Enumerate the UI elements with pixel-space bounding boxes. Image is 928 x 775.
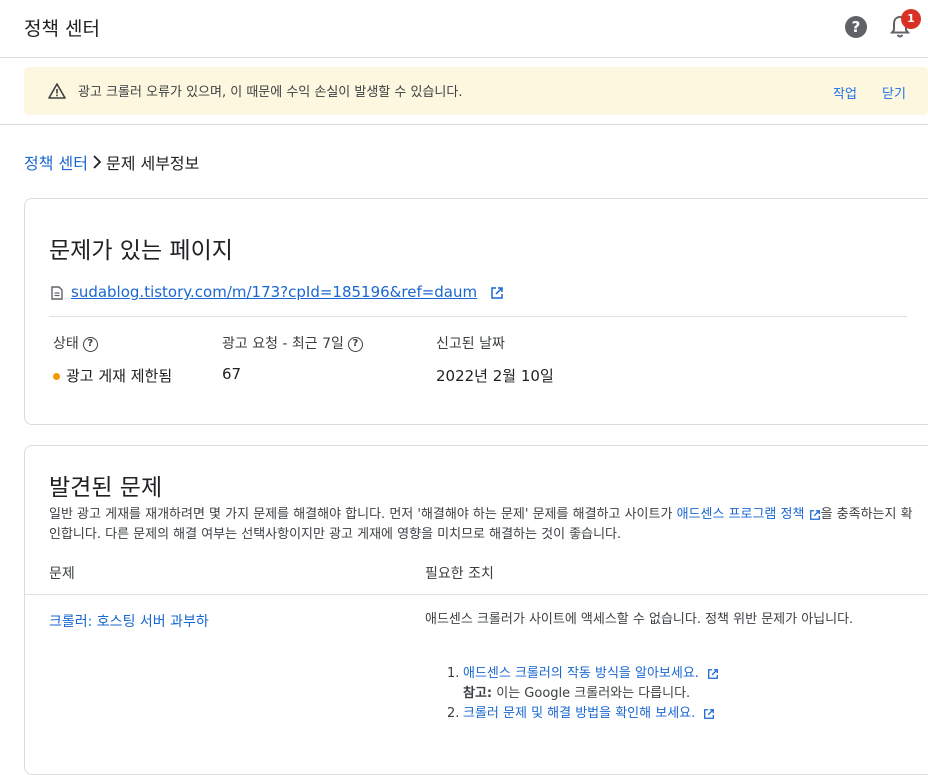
status-label: 상태?	[53, 333, 98, 353]
reported-date-value: 2022년 2월 10일	[436, 367, 554, 385]
external-link-icon[interactable]	[707, 668, 719, 680]
document-icon	[51, 285, 63, 300]
warning-banner: 광고 크롤러 오류가 있으며, 이 때문에 수익 손실이 발생할 수 있습니다.…	[24, 67, 928, 115]
ad-requests-value: 67	[222, 365, 242, 383]
status-value: 광고 게재 제한됨	[53, 365, 172, 386]
problem-page-card: 문제가 있는 페이지 sudablog.tistory.com/m/173?cp…	[24, 198, 928, 425]
step-number: 1.	[447, 666, 460, 681]
note-text: 참고: 이는 Google 크롤러와는 다릅니다.	[447, 684, 719, 704]
banner-dismiss-button[interactable]: 닫기	[882, 83, 906, 102]
issue-link-crawler-overload[interactable]: 크롤러: 호스팅 서버 과부하	[49, 611, 209, 631]
ad-requests-label: 광고 요청 - 최근 7일?	[222, 333, 363, 353]
crawler-issues-link[interactable]: 크롤러 문제 및 해결 방법을 확인해 보세요.	[463, 706, 695, 721]
warning-icon	[48, 83, 66, 99]
ad-requests-label-text: 광고 요청 - 최근 7일	[222, 336, 344, 352]
breadcrumb-policy-center[interactable]: 정책 센터	[24, 154, 88, 173]
help-icon[interactable]: ?	[845, 16, 867, 38]
external-link-icon[interactable]	[809, 509, 821, 521]
status-value-text: 광고 게재 제한됨	[66, 367, 173, 385]
banner-action-button[interactable]: 작업	[833, 83, 857, 102]
note-label: 참고:	[463, 686, 493, 701]
action-description: 애드센스 크롤러가 사이트에 액세스할 수 없습니다. 정책 위반 문제가 아닙…	[425, 612, 854, 627]
issues-description: 일반 광고 게재를 재개하려면 몇 가지 문제를 해결해야 합니다. 먼저 '해…	[49, 505, 919, 545]
status-dot-icon	[53, 373, 60, 380]
page-url-row: sudablog.tistory.com/m/173?cpId=185196&r…	[51, 283, 504, 301]
list-item: 2. 크롤러 문제 및 해결 방법을 확인해 보세요.	[447, 704, 719, 724]
top-app-bar: 정책 센터 ? 1	[0, 0, 928, 58]
banner-message: 광고 크롤러 오류가 있으며, 이 때문에 수익 손실이 발생할 수 있습니다.	[78, 85, 463, 100]
list-item: 1. 애드센스 크롤러의 작동 방식을 알아보세요.	[447, 664, 719, 684]
notification-badge: 1	[901, 9, 921, 29]
step-number: 2.	[447, 706, 460, 721]
status-label-text: 상태	[53, 336, 79, 352]
chevron-right-icon	[92, 154, 102, 173]
help-icon[interactable]: ?	[347, 336, 363, 352]
reported-date-label: 신고된 날짜	[436, 336, 505, 352]
breadcrumb: 정책 센터 문제 세부정보	[24, 150, 199, 174]
divider	[49, 316, 907, 317]
help-icon[interactable]: ?	[82, 336, 98, 352]
card-title: 문제가 있는 페이지	[49, 238, 233, 264]
column-header-action: 필요한 조치	[425, 566, 494, 582]
external-link-icon[interactable]	[703, 708, 715, 720]
divider	[25, 594, 928, 595]
learn-crawler-link[interactable]: 애드센스 크롤러의 작동 방식을 알아보세요.	[463, 666, 699, 681]
adsense-policy-link[interactable]: 애드센스 프로그램 정책	[677, 507, 805, 522]
page-url-link[interactable]: sudablog.tistory.com/m/173?cpId=185196&r…	[71, 283, 477, 301]
column-header-issue: 문제	[49, 566, 75, 582]
note-body: 이는 Google 크롤러와는 다릅니다.	[492, 686, 691, 701]
divider	[0, 124, 928, 125]
action-steps-list: 1. 애드센스 크롤러의 작동 방식을 알아보세요. 참고: 이는 Google …	[447, 664, 719, 724]
description-text: 일반 광고 게재를 재개하려면 몇 가지 문제를 해결해야 합니다. 먼저 '해…	[49, 507, 677, 522]
breadcrumb-current: 문제 세부정보	[105, 154, 200, 173]
app-title: 정책 센터	[24, 18, 100, 40]
card-title: 발견된 문제	[49, 475, 163, 501]
external-link-icon[interactable]	[490, 286, 504, 300]
issues-found-card: 발견된 문제 일반 광고 게재를 재개하려면 몇 가지 문제를 해결해야 합니다…	[24, 445, 928, 775]
